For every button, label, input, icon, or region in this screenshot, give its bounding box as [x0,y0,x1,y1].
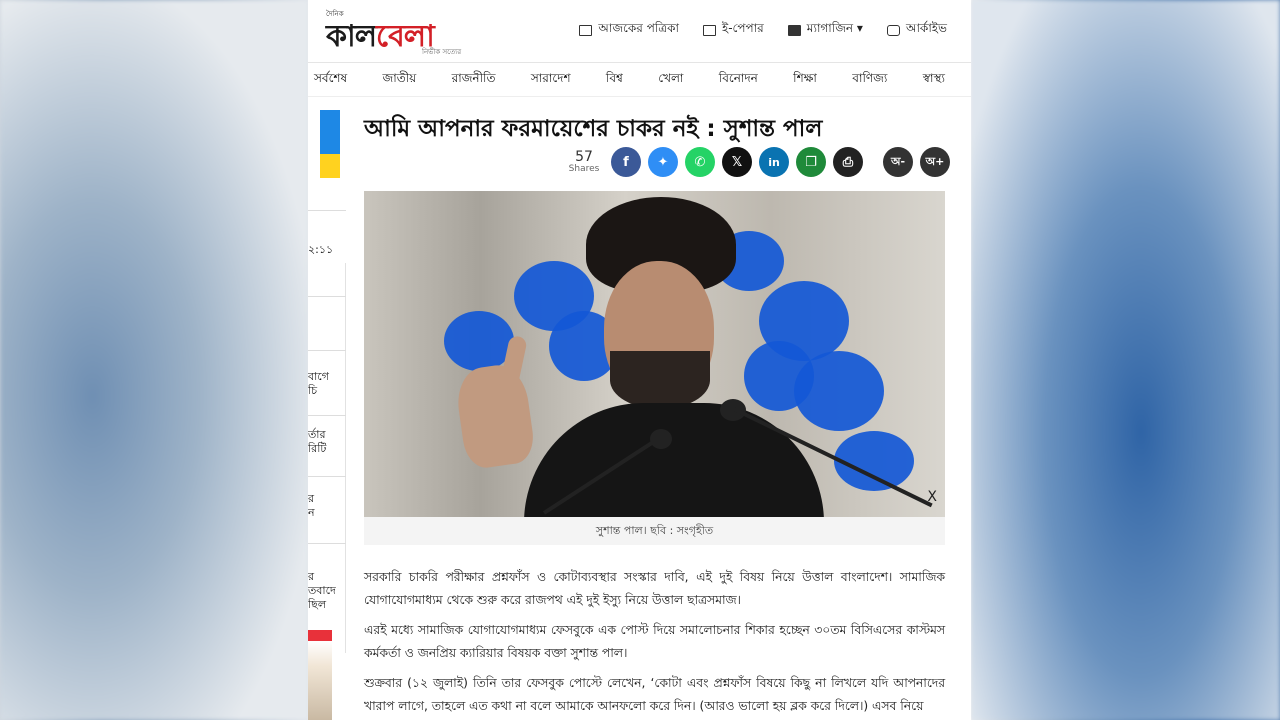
magazine-icon [787,24,801,36]
sidebar-item[interactable]: বাগে চি [308,370,329,398]
nav-item-national[interactable]: জাতীয় [383,70,417,90]
sidebar-item[interactable]: র তবাদে ছিল [308,570,336,612]
x-icon: 𝕏 [731,154,743,170]
messenger-icon: ✦ [657,154,669,170]
nav-item-sports[interactable]: খেলা [658,70,683,90]
photo-caption: সুশান্ত পাল। ছবি : সংগৃহীত [364,517,945,545]
nav-item-latest[interactable]: সর্বশেষ [314,70,347,90]
divider [308,476,346,477]
magazine-dropdown[interactable]: ম্যাগাজিন ▾ [787,20,863,40]
copy-icon: ❐ [805,154,817,170]
article-headline: আমি আপনার ফরমায়েশের চাকর নই : সুশান্ত প… [364,116,823,142]
microphone-head [650,429,672,449]
logo-tagline: নির্ভীক সত্যের [422,48,462,56]
epaper-icon [702,24,716,36]
print-icon: ⎙ [842,154,854,170]
share-bar: 57 Shares f ✦ ✆ 𝕏 in ❐ ⎙ অ- অ+ [566,147,950,177]
sidebar-ad-bottom[interactable] [308,630,332,720]
facebook-icon: f [623,154,629,170]
divider [345,263,346,653]
top-links: আজকের পত্রিকা ই-পেপার ম্যাগাজিন ▾ আর্কাই… [579,20,947,40]
divider [308,543,346,544]
divider [308,296,346,297]
messenger-share-button[interactable]: ✦ [648,147,678,177]
epaper-link[interactable]: ই-পেপার [702,20,764,40]
print-button[interactable]: ⎙ [833,147,863,177]
nav-item-health[interactable]: স্বাস্থ্য [923,70,945,90]
article-paragraph: শুক্রবার (১২ জুলাই) তিনি তার ফেসবুক পোস্… [364,676,945,713]
nav-item-world[interactable]: বিশ্ব [606,70,623,90]
divider [308,415,346,416]
article-paragraph: সরকারি চাকরি পরীক্ষার প্রশ্নফাঁস ও কোটাব… [364,570,945,607]
divider [308,210,346,211]
close-overlay-button[interactable]: X [927,489,937,505]
whatsapp-icon: ✆ [694,154,706,170]
article-paragraph: এরই মধ্যে সামাজিক যোগাযোগমাধ্যম ফেসবুকে … [364,623,945,660]
linkedin-icon: in [768,155,780,169]
nav-item-entertainment[interactable]: বিনোদন [719,70,758,90]
kalbela-logo[interactable]: দৈনিক কালবেলা নির্ভীক সত্যের [326,10,486,56]
nav-item-politics[interactable]: রাজনীতি [452,70,496,90]
nav-item-country[interactable]: সারাদেশ [531,70,571,90]
archive-link[interactable]: আর্কাইভ [886,20,947,40]
sidebar-ad[interactable] [320,110,340,178]
person-hand [453,361,537,471]
blurred-background-left [0,0,308,720]
increase-font-button[interactable]: অ+ [920,147,950,177]
facebook-share-button[interactable]: f [611,147,641,177]
nav-item-commerce[interactable]: বাণিজ্য [852,70,887,90]
flower-shape [744,341,814,411]
sidebar-item[interactable]: র ন [308,492,315,520]
blurred-background-right [971,0,1280,720]
main-nav: সর্বশেষ জাতীয় রাজনীতি সারাদেশ বিশ্ব খেল… [308,63,971,97]
nav-item-education[interactable]: শিক্ষা [793,70,817,90]
newspaper-icon [579,24,593,36]
archive-icon [886,24,900,36]
linkedin-share-button[interactable]: in [759,147,789,177]
todays-paper-link[interactable]: আজকের পত্রিকা [579,20,679,40]
person-body [524,403,824,517]
article-photo: X [364,191,945,517]
whatsapp-share-button[interactable]: ✆ [685,147,715,177]
article-page: দৈনিক কালবেলা নির্ভীক সত্যের আজকের পত্রি… [308,0,971,720]
person-beard [610,351,710,409]
decrease-font-button[interactable]: অ- [883,147,913,177]
site-header: দৈনিক কালবেলা নির্ভীক সত্যের আজকের পত্রি… [308,0,971,63]
left-sidebar-cutoff: ২:১১ বাগে চি র্তার রিটি র ন র তবাদে ছিল [308,98,348,720]
sidebar-item[interactable]: র্তার রিটি [308,428,326,456]
x-share-button[interactable]: 𝕏 [722,147,752,177]
share-count: 57 Shares [568,149,600,174]
sidebar-time: ২:১১ [308,243,334,256]
divider [308,350,346,351]
copy-link-button[interactable]: ❐ [796,147,826,177]
logo-wordmark: কালবেলা [326,19,435,54]
